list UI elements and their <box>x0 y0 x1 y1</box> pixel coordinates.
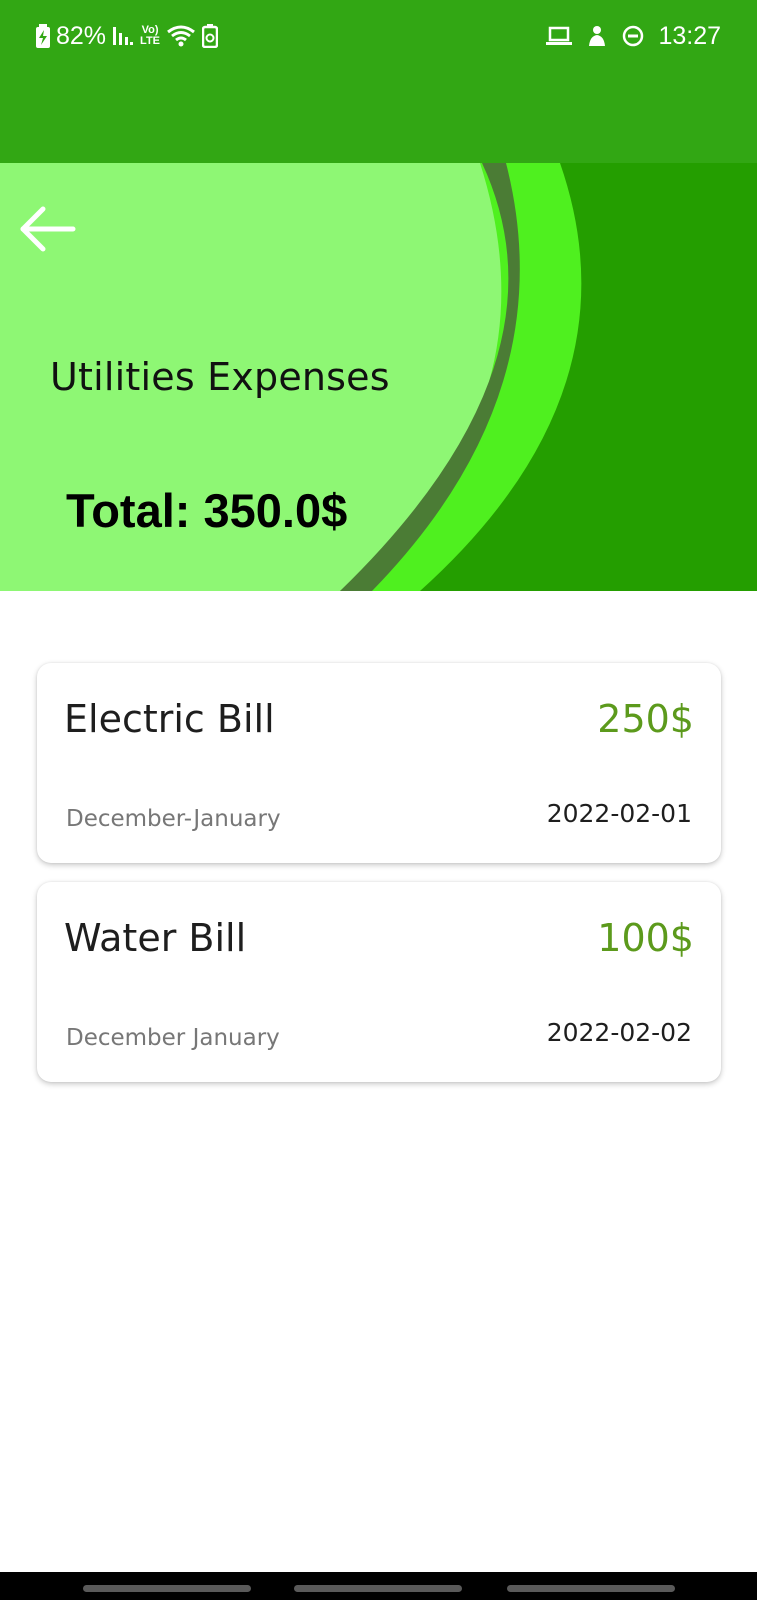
nav-back-button[interactable] <box>507 1585 675 1592</box>
expense-name: Water Bill <box>64 916 247 960</box>
laptop-icon <box>546 26 573 46</box>
sleep-icon <box>586 24 608 48</box>
app-bar: 82% Vo) LTE 13:27 <box>0 0 757 163</box>
expense-amount: 100$ <box>597 916 694 960</box>
signal-icon <box>112 25 134 47</box>
total-amount: Total: 350.0$ <box>66 484 348 537</box>
volte-icon: Vo) LTE <box>140 25 160 47</box>
page-title: Utilities Expenses <box>50 355 390 399</box>
expense-date: 2022-02-02 <box>546 1018 692 1047</box>
expense-amount: 250$ <box>597 697 694 741</box>
volte-bottom-label: LTE <box>140 35 161 47</box>
expense-date: 2022-02-01 <box>546 799 692 828</box>
do-not-disturb-icon <box>622 25 644 47</box>
wifi-icon <box>166 24 196 48</box>
battery-saver-icon <box>202 24 219 48</box>
back-button[interactable] <box>14 203 80 259</box>
expense-card[interactable]: Water Bill 100$ December January 2022-02… <box>37 882 721 1082</box>
status-bar-right: 13:27 <box>546 18 721 54</box>
header-banner: Utilities Expenses Total: 350.0$ <box>0 163 757 591</box>
expense-card[interactable]: Electric Bill 250$ December-January 2022… <box>37 663 721 863</box>
battery-charging-icon <box>36 24 50 48</box>
expense-period: December January <box>66 1025 280 1051</box>
screen: 82% Vo) LTE 13:27 Utilities Expenses Tot… <box>0 0 757 1600</box>
status-bar-left: 82% Vo) LTE <box>36 18 219 54</box>
nav-home-button[interactable] <box>294 1585 462 1592</box>
system-nav-bar <box>0 1572 757 1600</box>
expense-period: December-January <box>66 806 281 832</box>
expense-name: Electric Bill <box>64 697 275 741</box>
battery-percent: 82% <box>56 21 107 50</box>
clock: 13:27 <box>658 21 721 50</box>
nav-recents-button[interactable] <box>83 1585 251 1592</box>
arrow-left-icon <box>17 205 77 258</box>
